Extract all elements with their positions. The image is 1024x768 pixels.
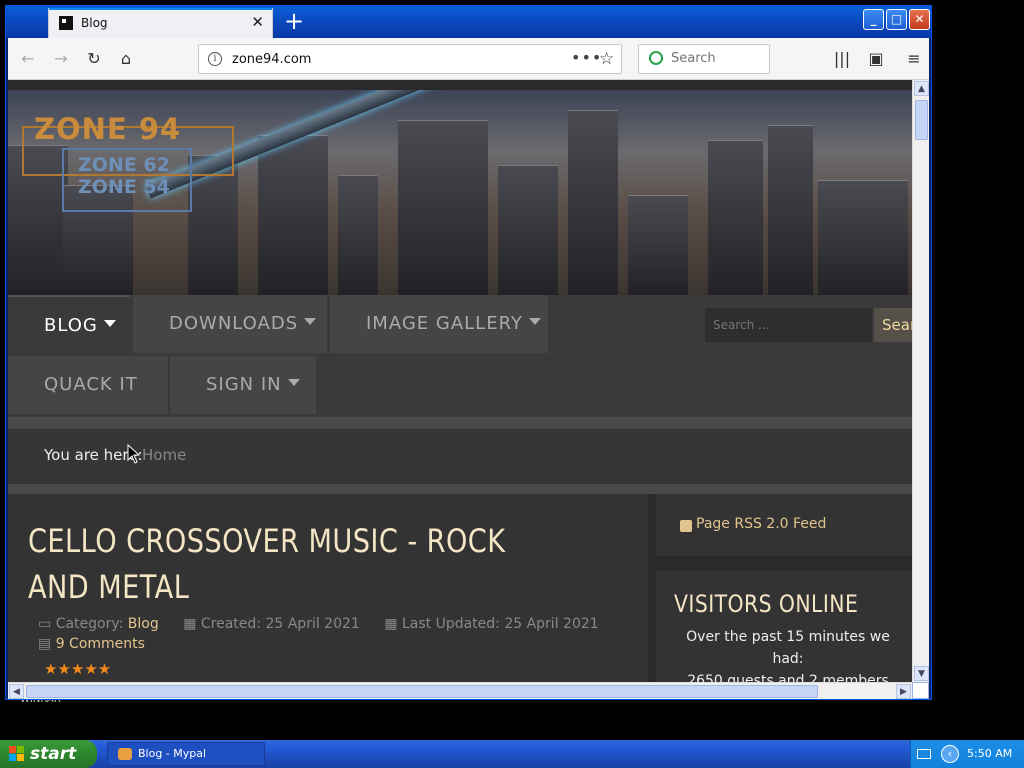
minimize-button[interactable]: _ (863, 9, 884, 30)
tab-blog[interactable]: Blog ✕ (48, 8, 273, 38)
breadcrumb-home-link[interactable]: Home (142, 446, 186, 464)
horizontal-scrollbar[interactable]: ◀ ▶ (8, 682, 912, 699)
menu-item-blog[interactable]: BLOG (8, 295, 130, 353)
rss-feed-link[interactable]: Page RSS 2.0 Feed (696, 516, 826, 532)
logo-sub-text-1: ZONE 62 (78, 154, 170, 176)
breadcrumb: You are here: Home (8, 429, 912, 484)
visitors-line-1: Over the past 15 minutes we had: (686, 629, 890, 667)
scroll-up-icon[interactable]: ▲ (914, 81, 929, 96)
reload-icon[interactable]: ↻ (84, 49, 104, 69)
new-tab-button[interactable]: + (280, 8, 308, 36)
browser-search-input[interactable] (671, 51, 765, 66)
bookmark-star-icon[interactable]: ☆ (599, 49, 614, 69)
tab-close-icon[interactable]: ✕ (251, 13, 264, 31)
address-bar[interactable]: i zone94.com ••• ☆ (198, 44, 622, 74)
logo-sub-text-2: ZONE 54 (78, 176, 170, 198)
horizontal-scroll-thumb[interactable] (26, 685, 818, 698)
page-viewport: ZONE 94 ZONE 62 ZONE 54 BLOG DOWNLOADS I… (8, 80, 912, 682)
scroll-right-icon[interactable]: ▶ (896, 684, 911, 699)
sidebar-toggle-icon[interactable]: ▣ (866, 49, 886, 69)
page-actions-icon[interactable]: ••• (571, 48, 602, 67)
category-label: Category: (55, 616, 124, 632)
menu-item-image-gallery[interactable]: IMAGE GALLERY (330, 295, 548, 353)
folder-icon: ▭ (38, 616, 56, 632)
home-icon[interactable]: ⌂ (116, 49, 136, 69)
close-button[interactable]: ✕ (909, 9, 930, 30)
scroll-left-icon[interactable]: ◀ (9, 684, 24, 699)
article-meta: ▭ Category: Blog ▦ Created: 25 April 202… (38, 616, 638, 652)
start-button[interactable]: start (0, 740, 97, 768)
menu-item-label: DOWNLOADS (169, 313, 299, 334)
divider (8, 484, 912, 494)
search-icon (649, 51, 663, 65)
caret-down-icon (103, 320, 116, 327)
menu-item-label: QUACK IT (44, 374, 138, 395)
calendar-icon: ▦ (183, 616, 201, 632)
menu-item-quack-it[interactable]: QUACK IT (8, 356, 168, 414)
back-arrow-icon[interactable]: ← (18, 49, 38, 69)
site-info-icon[interactable]: i (208, 52, 222, 66)
taskbar: start Blog - Mypal ‹ 5:50 AM (0, 740, 1024, 768)
system-tray: ‹ 5:50 AM (910, 740, 1024, 768)
scrollbar-corner (912, 682, 929, 699)
tray-expand-icon[interactable]: ‹ (941, 745, 959, 763)
comments-link[interactable]: 9 Comments (56, 636, 145, 652)
site-banner: ZONE 94 ZONE 62 ZONE 54 (8, 90, 912, 295)
title-bar[interactable]: Blog ✕ + _ □ ✕ (6, 6, 931, 38)
logo-main-text: ZONE 94 (34, 112, 182, 146)
caret-down-icon (528, 318, 541, 325)
article-card: CELLO CROSSOVER MUSIC - ROCK AND METAL ▭… (8, 494, 648, 682)
visitors-online-module: VISITORS ONLINE Over the past 15 minutes… (656, 570, 912, 682)
updated-date: Last Updated: 25 April 2021 (401, 616, 599, 632)
created-date: Created: 25 April 2021 (200, 616, 360, 632)
visitors-text: Over the past 15 minutes we had: 2650 gu… (678, 626, 898, 682)
site-logo[interactable]: ZONE 94 ZONE 62 ZONE 54 (22, 112, 234, 212)
tab-title: Blog (81, 16, 108, 30)
visitors-line-2: 2650 guests and 2 members (687, 673, 889, 682)
browser-window: Blog ✕ + _ □ ✕ ← → ↻ ⌂ i zone94.com ••• … (5, 5, 932, 700)
maximize-button[interactable]: □ (886, 9, 907, 30)
forward-arrow-icon[interactable]: → (51, 49, 71, 69)
site-favicon-icon (59, 16, 73, 30)
comment-icon: ▤ (38, 636, 56, 652)
menu-item-label: BLOG (44, 315, 98, 336)
article-title[interactable]: CELLO CROSSOVER MUSIC - ROCK AND METAL (28, 518, 538, 610)
caret-down-icon (287, 379, 300, 386)
divider (8, 417, 912, 429)
menu-item-sign-in[interactable]: SIGN IN (170, 356, 316, 414)
rss-icon (680, 520, 692, 532)
hamburger-menu-icon[interactable]: ≡ (904, 49, 924, 69)
tab-accent-line (49, 8, 272, 10)
site-search-input[interactable] (705, 308, 872, 342)
mypal-app-icon (118, 748, 132, 760)
vertical-scroll-thumb[interactable] (915, 100, 928, 140)
browser-search-box[interactable] (638, 44, 770, 74)
menu-item-downloads[interactable]: DOWNLOADS (133, 295, 327, 353)
mouse-cursor-icon (127, 444, 141, 464)
windows-flag-icon (9, 746, 25, 762)
calendar-icon: ▦ (384, 616, 402, 632)
taskbar-item-label: Blog - Mypal (138, 747, 207, 760)
start-label: start (30, 744, 77, 764)
navigation-toolbar: ← → ↻ ⌂ i zone94.com ••• ☆ ||| ▣ ≡ (8, 38, 929, 80)
scroll-down-icon[interactable]: ▼ (914, 666, 929, 681)
vertical-scrollbar[interactable]: ▲ ▼ (912, 80, 929, 682)
caret-down-icon (304, 318, 317, 325)
rss-feed-box: Page RSS 2.0 Feed (656, 494, 912, 556)
library-icon[interactable]: ||| (832, 49, 852, 69)
url-text[interactable]: zone94.com (232, 52, 311, 67)
category-link[interactable]: Blog (128, 616, 159, 632)
site-main-menu: BLOG DOWNLOADS IMAGE GALLERY QUACK IT SI… (8, 295, 912, 417)
star-rating[interactable]: ★★★★★ (44, 660, 111, 678)
visitors-title: VISITORS ONLINE (674, 590, 859, 618)
taskbar-item-blog[interactable]: Blog - Mypal (107, 742, 265, 766)
site-search-button[interactable]: Sear (874, 308, 912, 342)
menu-item-label: IMAGE GALLERY (366, 313, 523, 334)
keyboard-icon[interactable] (917, 749, 931, 759)
menu-item-label: SIGN IN (206, 374, 282, 395)
clock[interactable]: 5:50 AM (967, 747, 1012, 760)
